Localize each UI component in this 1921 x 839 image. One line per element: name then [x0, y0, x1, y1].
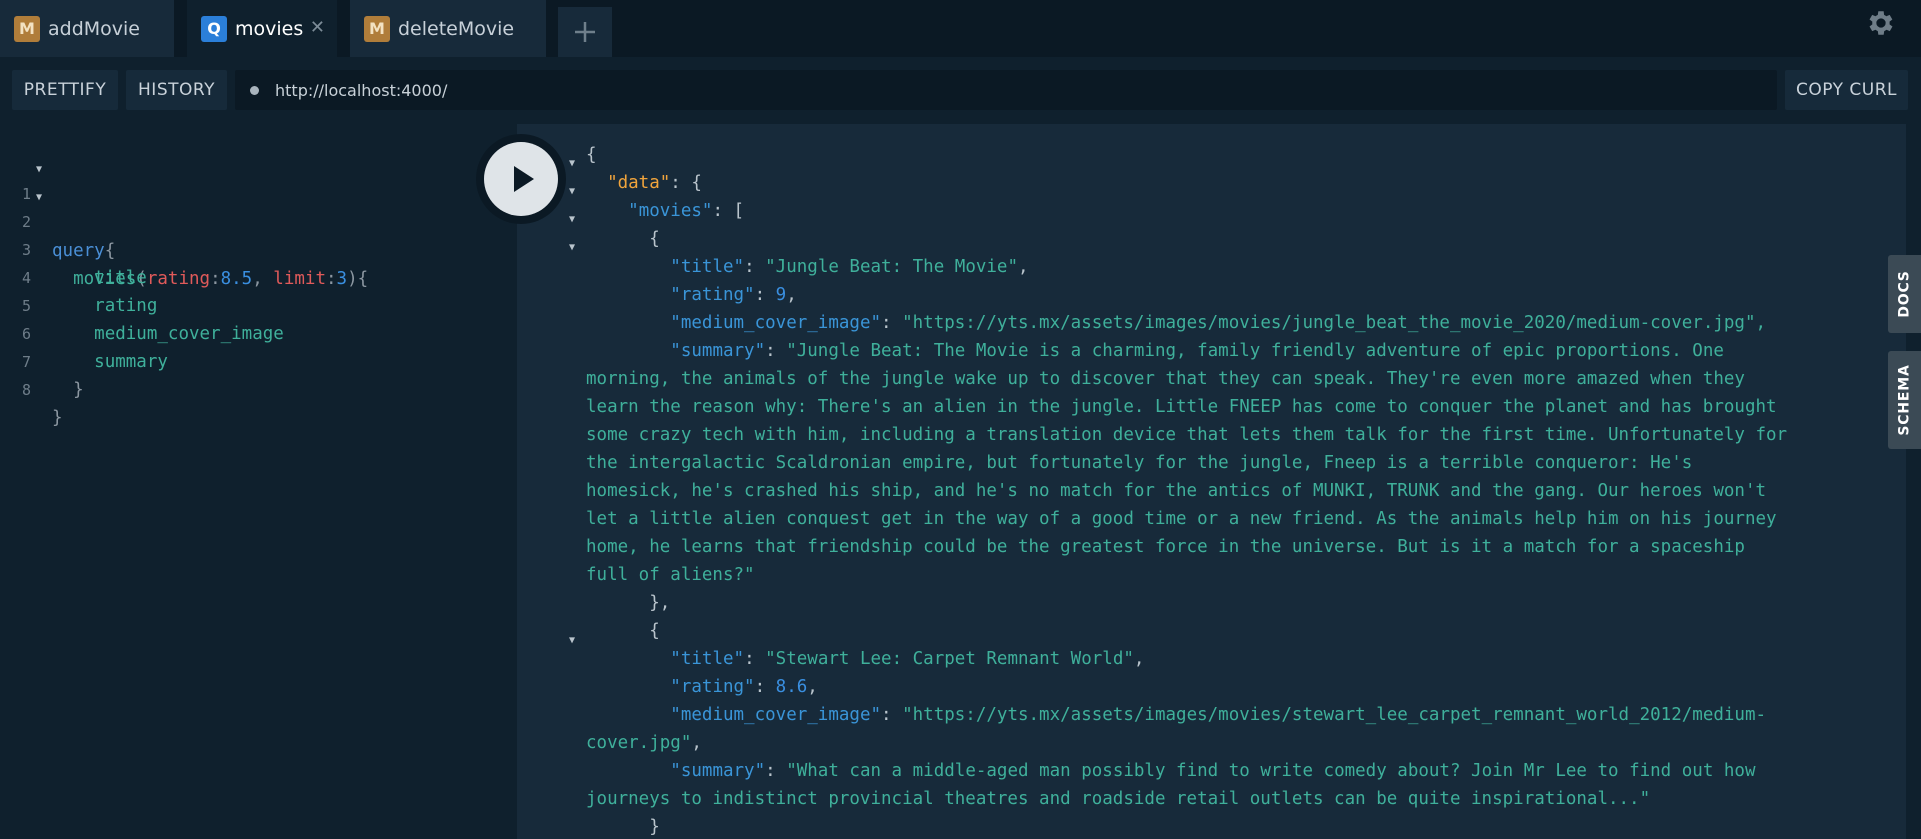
play-icon — [514, 166, 534, 192]
close-icon[interactable]: ✕ — [310, 18, 325, 38]
json-line: "medium_cover_image": "https://yts.mx/as… — [670, 313, 1767, 333]
json-line: } — [586, 817, 660, 837]
json-line: full of aliens?" — [586, 565, 755, 585]
endpoint-url[interactable]: http://localhost:4000/ — [275, 81, 447, 100]
json-string: cover.jpg" — [586, 733, 692, 753]
json-line: { — [586, 145, 597, 165]
tab-label: movies — [235, 17, 304, 40]
json-line: }, — [586, 593, 671, 613]
json-number: 9 — [775, 285, 787, 305]
tab-label: deleteMovie — [398, 17, 515, 40]
schema-tab[interactable]: SCHEMA — [1888, 351, 1921, 449]
fold-arrow-icon[interactable]: ▼ — [569, 150, 575, 178]
fold-arrow-icon[interactable]: ▼ — [569, 206, 575, 234]
argument-value: 8.5 — [220, 268, 253, 289]
json-string: "Stewart Lee: Carpet Remnant World" — [765, 649, 1134, 669]
selected-field: summary — [94, 352, 168, 373]
json-line: journeys to indistinct provincial theatr… — [586, 789, 1651, 809]
json-line: let a little alien conquest get in the w… — [586, 509, 1777, 529]
json-key: "data" — [607, 173, 671, 193]
json-line: morning, the animals of the jungle wake … — [586, 369, 1745, 389]
editor-line: 1 ▼ query{ — [0, 152, 115, 261]
copy-curl-button[interactable]: COPY CURL — [1785, 70, 1908, 110]
json-line: { — [586, 229, 660, 249]
tab-label: addMovie — [48, 17, 140, 40]
line-number: 8 — [21, 381, 31, 400]
json-number: 8.6 — [775, 677, 808, 697]
json-line: "summary": "Jungle Beat: The Movie is a … — [670, 341, 1724, 361]
argument-name: limit — [273, 268, 326, 289]
tab-movies[interactable]: Q movies ✕ — [187, 0, 337, 57]
tab-deleteMovie[interactable]: M deleteMovie — [350, 0, 546, 57]
json-string: "https://yts.mx/assets/images/movies/jun… — [902, 313, 1767, 333]
json-line: "medium_cover_image": "https://yts.mx/as… — [670, 705, 1767, 725]
history-button[interactable]: HISTORY — [126, 70, 227, 110]
result-scrollbar[interactable] — [1906, 124, 1921, 839]
mutation-badge: M — [14, 15, 40, 42]
selected-field: title — [94, 268, 147, 289]
json-line: homesick, he's crashed his ship, and he'… — [586, 481, 1767, 501]
json-line: "data": { — [607, 173, 702, 193]
selected-field: rating — [94, 296, 158, 317]
json-line: some crazy tech with him, including a tr… — [586, 425, 1788, 445]
tab-bar: M addMovie Q movies ✕ M deleteMovie — [0, 0, 1921, 57]
selected-field: medium_cover_image — [94, 324, 284, 345]
json-line: home, he learns that friendship could be… — [586, 537, 1745, 557]
json-line: "title": "Jungle Beat: The Movie", — [670, 257, 1029, 277]
fold-arrow-icon[interactable]: ▼ — [569, 178, 575, 206]
json-line: "title": "Stewart Lee: Carpet Remnant Wo… — [670, 649, 1145, 669]
json-line: "rating": 8.6, — [670, 677, 818, 697]
run-query-button[interactable] — [476, 134, 566, 224]
json-line: the intergalactic Scaldronian empire, bu… — [586, 453, 1693, 473]
editor-line: 5 medium_cover_image — [0, 264, 284, 344]
prettify-button[interactable]: PRETTIFY — [12, 70, 118, 110]
json-line: "summary": "What can a middle-aged man p… — [670, 761, 1756, 781]
editor-line: 2 ▼ movies(rating:8.5, limit:3){ — [0, 180, 368, 289]
json-key: "movies" — [628, 201, 713, 221]
json-string: "Jungle Beat: The Movie is a charming, f… — [786, 341, 1724, 361]
argument-value: 3 — [336, 268, 348, 289]
json-string: "Jungle Beat: The Movie" — [765, 257, 1019, 277]
json-line: cover.jpg", — [586, 733, 702, 753]
json-line: "movies": [ — [628, 201, 745, 221]
editor-line: 8 } — [0, 348, 63, 428]
docs-tab[interactable]: DOCS — [1888, 255, 1921, 333]
editor-line: 4 rating — [0, 236, 157, 316]
query-badge: Q — [201, 15, 227, 42]
gear-icon[interactable] — [1865, 7, 1897, 39]
plus-icon — [575, 22, 595, 42]
json-line: "rating": 9, — [670, 285, 797, 305]
endpoint-url-bar[interactable]: http://localhost:4000/ — [235, 70, 1777, 110]
mutation-badge: M — [364, 15, 390, 42]
tab-addMovie[interactable]: M addMovie — [0, 0, 174, 57]
query-keyword: query — [52, 240, 105, 261]
json-string: "https://yts.mx/assets/images/movies/ste… — [902, 705, 1767, 725]
add-tab-button[interactable] — [558, 7, 612, 57]
fold-arrow-icon[interactable]: ▼ — [569, 627, 575, 655]
json-string: "What can a middle-aged man possibly fin… — [786, 761, 1756, 781]
query-editor[interactable]: 1 ▼ query{ 2 ▼ movies(rating:8.5, limit:… — [0, 124, 517, 839]
argument-name: rating — [146, 268, 211, 289]
status-dot-icon — [250, 85, 259, 95]
json-line: learn the reason why: There's an alien i… — [586, 397, 1777, 417]
fold-arrow-icon[interactable]: ▼ — [569, 234, 575, 262]
result-viewer: ▼ ▼ ▼ ▼ ▼ { "data": { "movies": [ { "tit… — [517, 124, 1906, 839]
json-line: { — [586, 621, 660, 641]
editor-line: 3 title — [0, 208, 147, 288]
editor-line: 6 summary — [0, 292, 168, 372]
editor-line: 7 } — [0, 320, 84, 400]
